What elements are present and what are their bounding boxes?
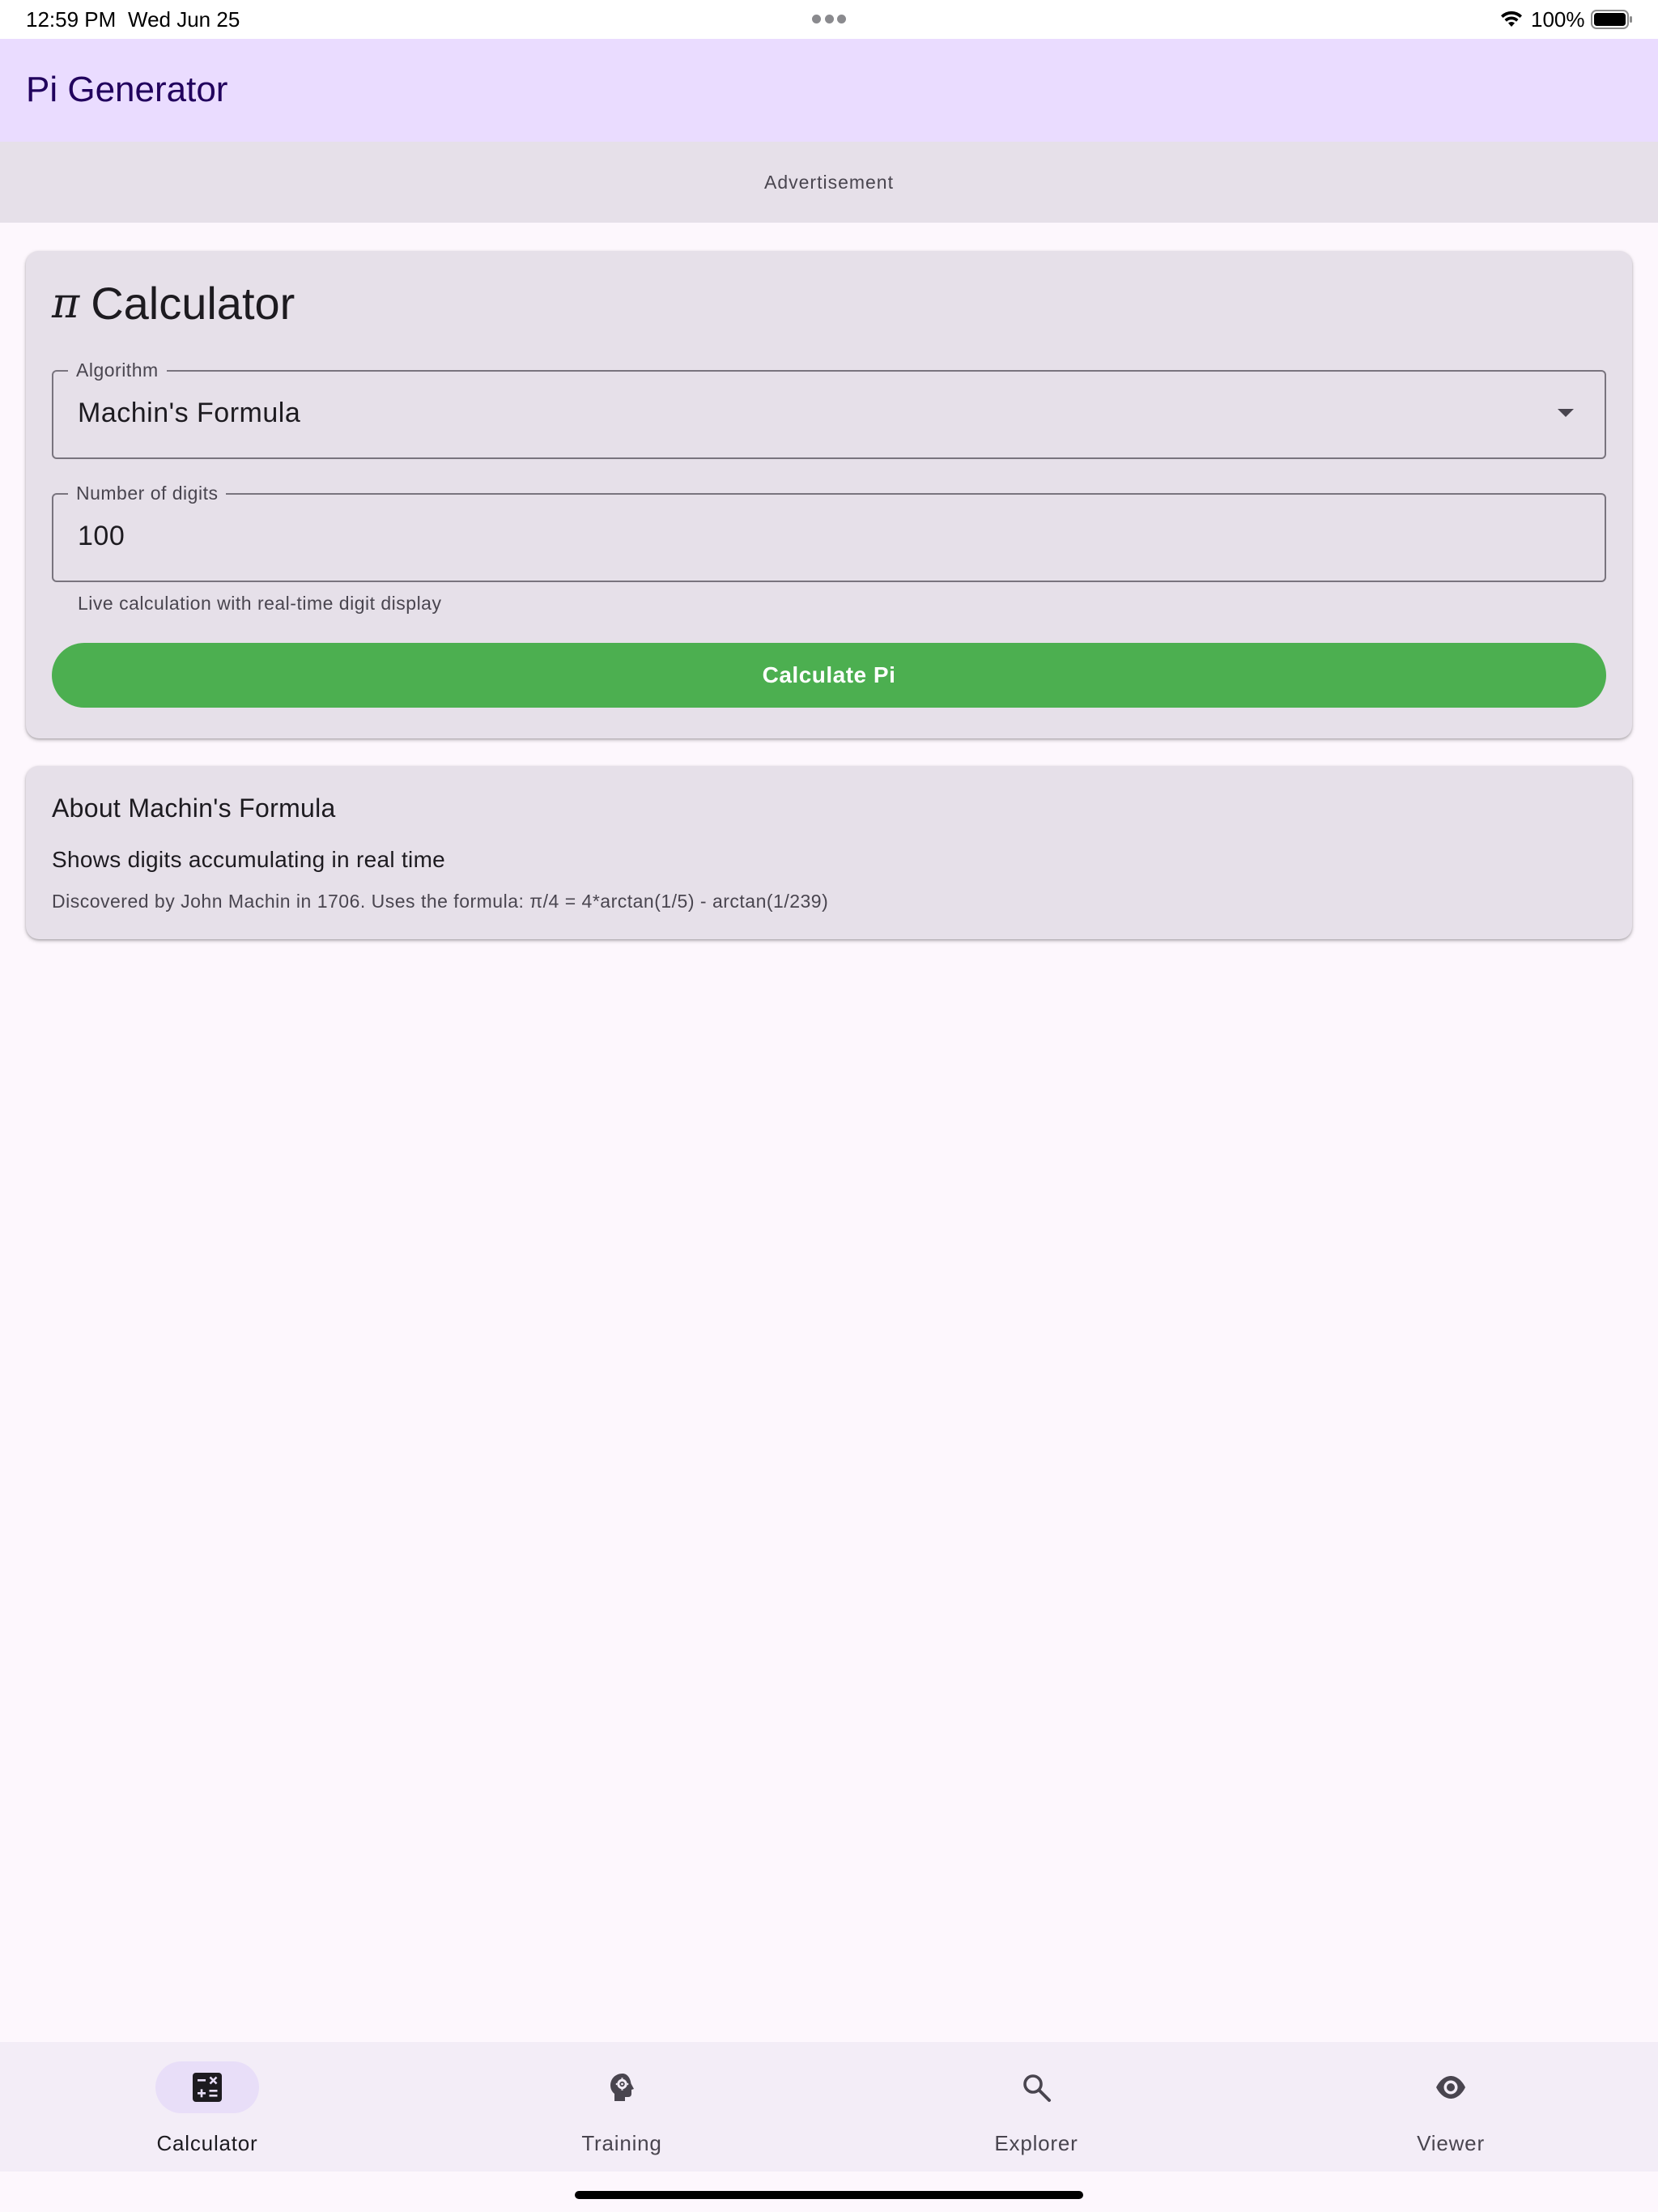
nav-item-training[interactable]: Training [414, 2042, 829, 2172]
status-date: Wed Jun 25 [128, 7, 240, 32]
calculate-pi-button[interactable]: Calculate Pi [52, 643, 1606, 708]
about-subtitle: Shows digits accumulating in real time [52, 847, 446, 872]
nav-active-indicator [155, 2061, 259, 2113]
page: 12:59 PM Wed Jun 25 100% Pi Generator Ad… [0, 0, 1658, 2212]
nav-item-calculator[interactable]: Calculator [0, 2042, 414, 2172]
psychology-icon [610, 2074, 634, 2101]
status-time: 12:59 PM [26, 7, 117, 32]
bottom-nav: Calculator Training Explorer Viewer [0, 2042, 1658, 2172]
more-dots-icon[interactable] [812, 15, 846, 24]
battery-icon [1591, 10, 1632, 29]
about-title: About Machin's Formula [52, 793, 336, 823]
ad-label: Advertisement [763, 171, 894, 193]
search-icon [1023, 2074, 1051, 2102]
calculator-card: π Calculator Algorithm Machin's Formula … [26, 251, 1632, 738]
nav-item-viewer[interactable]: Viewer [1244, 2042, 1658, 2172]
calculator-icon [193, 2073, 222, 2102]
algorithm-value: Machin's Formula [78, 398, 301, 428]
digits-label: Number of digits [68, 483, 227, 504]
about-description: Discovered by John Machin in 1706. Uses … [52, 891, 829, 912]
battery-percent: 100% [1531, 7, 1585, 32]
calculator-title: π Calculator [52, 277, 295, 330]
digits-value[interactable]: 100 [78, 521, 125, 552]
nav-label-explorer: Explorer [994, 2131, 1078, 2155]
home-indicator[interactable] [575, 2191, 1083, 2199]
nav-label-training: Training [581, 2131, 662, 2155]
chevron-down-icon[interactable] [1558, 409, 1574, 417]
nav-label-viewer: Viewer [1417, 2131, 1485, 2155]
digits-input[interactable]: Number of digits 100 [52, 483, 1606, 582]
status-bar: 12:59 PM Wed Jun 25 100% [0, 0, 1658, 39]
nav-label-calculator: Calculator [156, 2131, 258, 2155]
algorithm-dropdown[interactable]: Algorithm Machin's Formula [52, 359, 1606, 459]
pi-icon: π [52, 279, 80, 328]
wifi-icon [1501, 11, 1522, 27]
about-card: About Machin's Formula Shows digits accu… [26, 766, 1632, 939]
calculator-title-text: Calculator [91, 278, 295, 329]
algorithm-label: Algorithm [68, 359, 167, 381]
nav-item-explorer[interactable]: Explorer [829, 2042, 1244, 2172]
ad-banner[interactable]: Advertisement [0, 142, 1658, 223]
app-title: Pi Generator [26, 70, 228, 109]
digits-helper-text: Live calculation with real-time digit di… [78, 593, 442, 614]
eye-icon [1436, 2076, 1465, 2099]
app-bar: Pi Generator [0, 39, 1658, 142]
